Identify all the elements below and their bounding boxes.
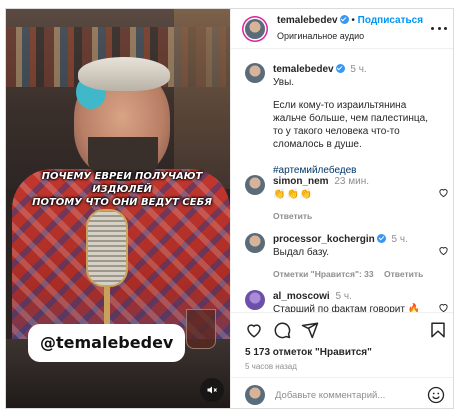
comment-input[interactable]: [275, 386, 415, 404]
more-horizontal-icon[interactable]: [431, 21, 447, 35]
background-lamp: [174, 9, 230, 189]
comment-text: Выдал базу.: [273, 247, 330, 258]
commenter-username[interactable]: al_moscowi: [273, 291, 330, 302]
speaker-muted-icon: [207, 386, 217, 394]
comment-time: 5 ч.: [335, 291, 352, 302]
caption-time: 5 ч.: [350, 64, 367, 75]
caption-line-2: Если кому-то израильтянина жальче больше…: [273, 100, 428, 150]
comment-time: 23 мин.: [334, 176, 370, 187]
commenter-avatar[interactable]: [245, 233, 265, 253]
separator-dot: •: [351, 15, 355, 26]
instagram-post-modal: ПОЧЕМУ ЕВРЕИ ПОЛУЧАЮТ ИЗДЮЛЕЙ ПОТОМУ ЧТО…: [5, 8, 454, 409]
watermark-handle: @temalebedev: [28, 324, 186, 362]
comment-like-heart-icon[interactable]: [438, 302, 449, 312]
caption-line-1: Увы.: [273, 77, 295, 88]
reply-button[interactable]: Ответить: [384, 269, 423, 279]
heart-icon[interactable]: [245, 321, 263, 339]
comment-time: 5 ч.: [391, 234, 408, 245]
video-subtitle: ПОЧЕМУ ЕВРЕИ ПОЛУЧАЮТ ИЗДЮЛЕЙ ПОТОМУ ЧТО…: [24, 170, 220, 209]
caption-username[interactable]: temalebedev: [273, 64, 334, 75]
reel-video[interactable]: ПОЧЕМУ ЕВРЕИ ПОЛУЧАЮТ ИЗДЮЛЕЙ ПОТОМУ ЧТО…: [6, 9, 230, 408]
comment-icon[interactable]: [273, 321, 291, 339]
video-subtitle-line-2: ПОТОМУ ЧТО ОНИ ВЕДУТ СЕБЯ: [32, 197, 212, 208]
author-line: temalebedev • Подписаться: [277, 15, 423, 26]
post-actions: 5 173 отметок "Нравится" 5 часов назад: [231, 312, 453, 408]
author-avatar[interactable]: [245, 19, 265, 39]
verified-icon: [339, 15, 349, 24]
presenter-hat: [78, 57, 170, 91]
add-comment-bar: [231, 377, 453, 408]
emoji-icon[interactable]: [427, 386, 445, 404]
likes-count[interactable]: 5 173 отметок "Нравится": [245, 347, 372, 358]
current-user-avatar: [245, 385, 265, 405]
audio-label[interactable]: Оригинальное аудио: [277, 31, 364, 41]
commenter-avatar[interactable]: [245, 290, 265, 310]
reply-button[interactable]: Ответить: [273, 210, 439, 223]
comment-text: 👏👏👏: [273, 189, 314, 200]
comment-like-heart-icon[interactable]: [438, 245, 449, 256]
comment-likes-count[interactable]: Отметки "Нравится": 33: [273, 269, 374, 279]
caption-avatar[interactable]: [245, 63, 265, 83]
comment-text: Старший по фактам говорит 🔥: [273, 304, 421, 312]
microphone: [86, 209, 128, 287]
video-subtitle-line-1: ПОЧЕМУ ЕВРЕИ ПОЛУЧАЮТ ИЗДЮЛЕЙ: [41, 171, 203, 195]
post-header: temalebedev • Подписаться Оригинальное а…: [231, 9, 453, 49]
verified-icon: [335, 64, 345, 73]
comment-like-heart-icon[interactable]: [438, 187, 449, 198]
glass-cup: [186, 309, 216, 349]
author-username[interactable]: temalebedev: [277, 15, 338, 26]
share-icon[interactable]: [301, 321, 319, 339]
mute-button[interactable]: [200, 378, 224, 402]
commenter-avatar[interactable]: [245, 175, 265, 195]
verified-icon: [376, 234, 386, 243]
bookmark-icon[interactable]: [429, 321, 447, 339]
comments-list[interactable]: temalebedev 5 ч. Увы. Если кому-то израи…: [231, 49, 453, 312]
commenter-username[interactable]: processor_kochergin: [273, 234, 375, 245]
post-timestamp[interactable]: 5 часов назад: [245, 362, 297, 371]
commenter-username[interactable]: simon_nem: [273, 176, 329, 187]
follow-button[interactable]: Подписаться: [358, 15, 423, 26]
post-side-panel: temalebedev • Подписаться Оригинальное а…: [230, 9, 453, 408]
